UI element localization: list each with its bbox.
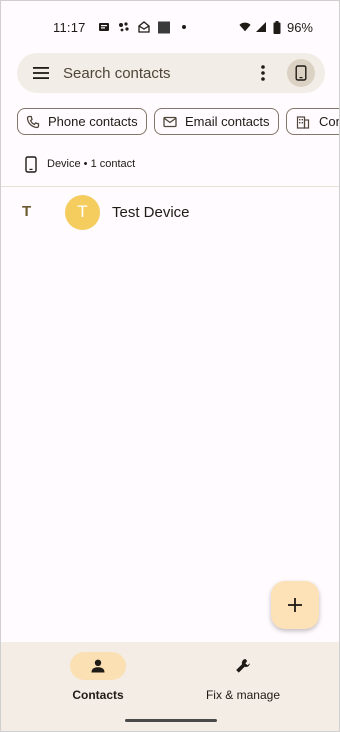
menu-icon[interactable] <box>31 63 51 83</box>
chip-label: Email contacts <box>185 114 270 129</box>
battery-icon <box>271 20 283 34</box>
chip-phone-contacts[interactable]: Phone contacts <box>17 108 147 135</box>
mail-icon <box>163 114 177 130</box>
avatar: T <box>65 194 100 230</box>
gesture-bar[interactable] <box>125 719 217 722</box>
news-icon <box>98 21 110 33</box>
nav-pill <box>215 652 271 680</box>
search-bar[interactable]: Search contacts <box>17 53 325 93</box>
section-letter: T <box>22 203 32 220</box>
building-icon <box>295 114 311 130</box>
filter-chips: Phone contacts Email contacts Com <box>17 108 339 136</box>
email-icon <box>137 21 150 33</box>
account-label: Device • 1 contact <box>47 158 136 170</box>
divider <box>1 186 339 187</box>
status-bar: 11:17 96% <box>1 1 339 53</box>
bottom-navigation: Contacts Fix & manage <box>1 642 339 731</box>
nav-item-fix-manage[interactable]: Fix & manage <box>183 652 303 702</box>
app-frame: 11:17 96% Search contacts Phone contacts… <box>0 0 340 732</box>
wifi-icon <box>239 21 251 33</box>
chip-company[interactable]: Com <box>286 108 339 135</box>
square-app-icon <box>157 21 170 33</box>
battery-percent: 96% <box>286 19 313 35</box>
phone-device-icon <box>25 155 39 173</box>
status-right: 96% <box>239 20 313 35</box>
phone-device-icon <box>295 65 307 81</box>
list-item[interactable]: T Test Device <box>65 194 190 230</box>
add-contact-button[interactable] <box>271 581 319 629</box>
nav-label: Fix & manage <box>205 688 281 702</box>
account-switcher-button[interactable] <box>287 59 315 87</box>
slack-icon <box>118 21 130 33</box>
chip-label: Phone contacts <box>48 114 138 129</box>
person-icon <box>91 659 105 673</box>
search-input[interactable]: Search contacts <box>63 65 253 82</box>
nav-pill <box>70 652 126 680</box>
plus-icon <box>288 598 302 612</box>
wrench-icon <box>236 659 250 673</box>
nav-label: Contacts <box>72 688 124 702</box>
chip-label: Com <box>319 114 339 129</box>
status-time: 11:17 <box>53 19 86 35</box>
contact-name: Test Device <box>112 203 190 221</box>
signal-icon <box>255 21 267 33</box>
dot-icon <box>178 21 190 33</box>
phone-icon <box>26 114 40 130</box>
nav-item-contacts[interactable]: Contacts <box>38 652 158 702</box>
chip-email-contacts[interactable]: Email contacts <box>154 108 279 135</box>
account-header[interactable]: Device • 1 contact <box>25 151 135 177</box>
notification-icons <box>98 21 190 33</box>
more-options-icon[interactable] <box>253 63 273 83</box>
